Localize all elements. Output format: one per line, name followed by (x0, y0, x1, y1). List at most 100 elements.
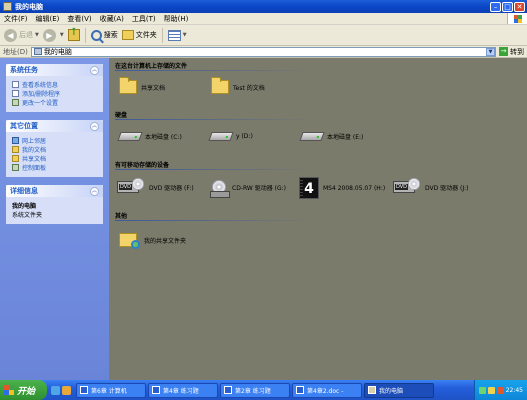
task-label: 查看系统信息 (22, 82, 59, 89)
menu-edit[interactable]: 编辑(E) (32, 14, 64, 24)
word-document-icon (224, 386, 232, 394)
place-my-documents[interactable]: 我的文档 (12, 145, 97, 154)
taskbar-button[interactable]: 第2章 练习题 (220, 382, 290, 398)
panel-title: 详细信息 (10, 187, 38, 195)
chevron-down-icon[interactable]: ▼ (486, 47, 495, 56)
menu-view[interactable]: 查看(V) (63, 14, 95, 24)
my-computer-icon (368, 386, 376, 394)
go-button[interactable]: → 转到 (496, 47, 527, 57)
forward-button[interactable]: ▶ ▼ (41, 27, 66, 44)
details-header[interactable]: 详细信息 ︽ (6, 185, 103, 197)
network-icon (12, 137, 19, 144)
system-tasks-header[interactable]: 系统任务 ︽ (6, 64, 103, 76)
views-button[interactable]: ▼ (166, 27, 189, 44)
drive-f[interactable]: DVD 驱动器 (F:) (117, 178, 194, 193)
address-field[interactable]: 我的电脑 ▼ (30, 46, 496, 57)
taskbar-button[interactable]: 第4章2.doc - (292, 382, 362, 398)
item-label: 本地磁盘 (C:) (145, 134, 182, 141)
place-label: 我的文档 (22, 147, 47, 154)
drive-j[interactable]: DVD 驱动器 (J:) (393, 178, 469, 193)
drive-c[interactable]: 本地磁盘 (C:) (117, 132, 182, 141)
item-label: DVD 驱动器 (J:) (425, 184, 469, 192)
test-documents-folder[interactable]: Test 的文档 (211, 77, 265, 94)
collapse-icon[interactable]: ︽ (90, 65, 99, 75)
search-button[interactable]: 搜索 (89, 27, 120, 44)
drive-e[interactable]: 本地磁盘 (E:) (299, 132, 364, 141)
drive-h[interactable]: 4 MS4 2008.05.07 (H:) (299, 177, 385, 199)
task-add-remove-programs[interactable]: 添加/删除程序 (12, 89, 97, 98)
volume-icon[interactable] (487, 386, 495, 394)
back-button[interactable]: ◀ 后退 ▼ (2, 27, 41, 44)
panel-title: 系统任务 (10, 66, 38, 74)
media-icon[interactable] (62, 385, 71, 395)
my-computer-icon (3, 2, 12, 11)
shared-folder-icon (119, 233, 140, 249)
address-bar: 地址(D) 我的电脑 ▼ → 转到 (0, 46, 527, 58)
menu-file[interactable]: 文件(F) (0, 14, 32, 24)
folder-icon (119, 77, 137, 94)
taskbar-button[interactable]: 第4章 练习题 (148, 382, 218, 398)
address-label: 地址(D) (3, 47, 28, 56)
folders-button[interactable]: 文件夹 (120, 27, 159, 44)
minimize-button[interactable]: – (490, 1, 501, 12)
taskbar-label: 第2章 练习题 (235, 387, 271, 395)
system-tray: 22:45 (473, 380, 527, 400)
place-control-panel[interactable]: 控制面板 (12, 163, 97, 172)
my-shared-folder[interactable]: 我的共享文件夹 (119, 233, 187, 249)
my-computer-icon (33, 48, 42, 55)
item-label: DVD 驱动器 (F:) (149, 184, 194, 192)
panel-title: 其它位置 (10, 122, 38, 130)
folders-icon (121, 30, 134, 40)
collapse-icon[interactable]: ︽ (90, 121, 99, 131)
security-icon[interactable] (496, 386, 504, 394)
section-removable: 有可移动存储的设备 (115, 162, 170, 169)
folder-icon (12, 146, 19, 153)
close-button[interactable]: ✕ (514, 1, 525, 12)
shared-documents-folder[interactable]: 共享文档 (119, 77, 165, 94)
window-title: 我的电脑 (15, 2, 43, 11)
clock[interactable]: 22:45 (506, 387, 523, 394)
taskbar-button[interactable]: 第6章 计算机 (76, 382, 146, 398)
item-label: 本地磁盘 (E:) (327, 134, 364, 141)
title-bar[interactable]: 我的电脑 – □ ✕ (0, 0, 527, 13)
place-network[interactable]: 网上邻居 (12, 136, 97, 145)
start-button[interactable]: 开始 (0, 380, 47, 400)
chevron-down-icon[interactable]: ▼ (183, 32, 187, 38)
menu-favorites[interactable]: 收藏(A) (96, 14, 128, 24)
browser-icon[interactable] (51, 385, 60, 395)
system-info-icon (12, 81, 19, 88)
task-view-system-info[interactable]: 查看系统信息 (12, 80, 97, 89)
forward-arrow-icon: ▶ (42, 28, 56, 42)
task-change-setting[interactable]: 更改一个设置 (12, 98, 97, 107)
item-label: 我的共享文件夹 (144, 237, 187, 245)
taskbar-label: 我的电脑 (379, 387, 404, 395)
chevron-down-icon[interactable]: ▼ (35, 32, 39, 38)
section-divider (115, 119, 315, 120)
windows-logo-icon (4, 385, 14, 395)
place-shared-documents[interactable]: 共享文档 (12, 154, 97, 163)
drive-g[interactable]: CD-RW 驱动器 (G:) (210, 180, 286, 198)
add-remove-icon (12, 90, 19, 97)
toolbar-divider (84, 27, 86, 43)
item-label: y (D:) (236, 133, 253, 140)
drive-d[interactable]: y (D:) (208, 132, 253, 141)
place-label: 控制面板 (22, 165, 47, 172)
chevron-down-icon[interactable]: ▼ (60, 32, 64, 38)
hard-drive-icon (117, 132, 143, 141)
menu-tools[interactable]: 工具(T) (128, 14, 160, 24)
up-button[interactable] (66, 27, 82, 44)
hard-drive-icon (299, 132, 325, 141)
details-type: 系统文件夹 (12, 212, 43, 219)
details-name: 我的电脑 (12, 203, 37, 210)
maximize-button[interactable]: □ (502, 1, 513, 12)
network-status-icon[interactable] (478, 386, 486, 394)
taskbar-button[interactable]: 我的电脑 (364, 382, 434, 398)
other-places-header[interactable]: 其它位置 ︽ (6, 120, 103, 132)
hard-drive-icon (208, 132, 234, 141)
collapse-icon[interactable]: ︽ (90, 186, 99, 196)
views-icon (167, 29, 181, 41)
folder-icon (211, 77, 229, 94)
search-label: 搜索 (103, 31, 118, 39)
menu-help[interactable]: 帮助(H) (160, 14, 193, 24)
go-label: 转到 (510, 47, 524, 56)
